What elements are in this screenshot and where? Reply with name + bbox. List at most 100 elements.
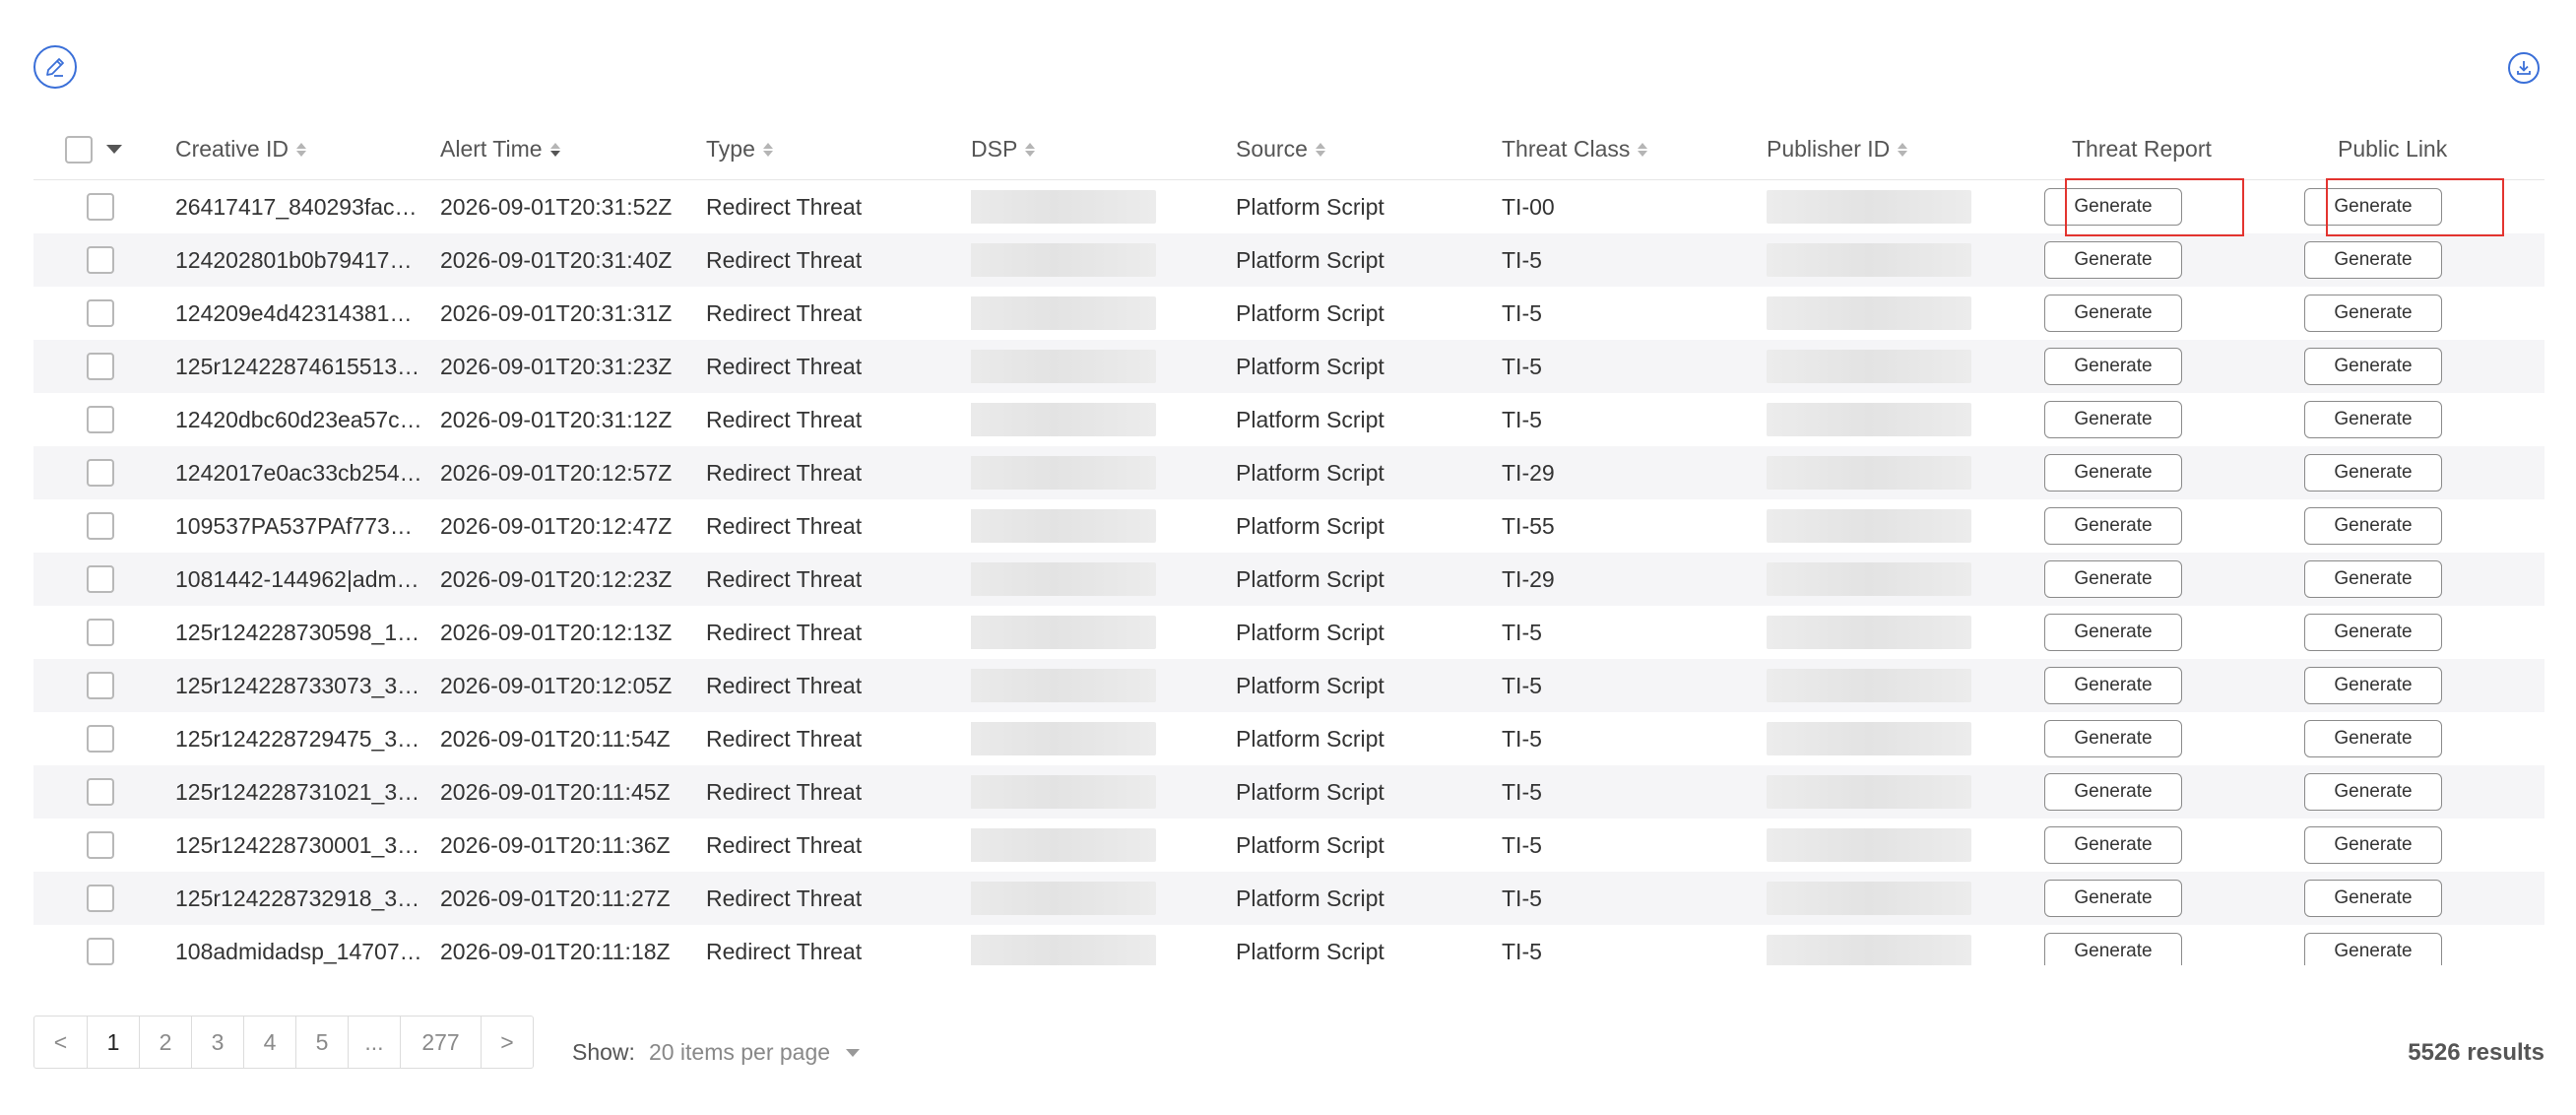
redacted-block — [1767, 882, 1971, 915]
threat-report-cell: Generate — [2032, 614, 2298, 651]
generate-public-link-button[interactable]: Generate — [2304, 614, 2442, 651]
page-button-4[interactable]: 4 — [243, 1017, 295, 1068]
col-header-source[interactable]: Source — [1236, 136, 1502, 163]
dsp-cell-redacted — [971, 296, 1236, 330]
row-checkbox[interactable] — [87, 299, 114, 327]
generate-public-link-button[interactable]: Generate — [2304, 401, 2442, 438]
row-checkbox[interactable] — [87, 619, 114, 646]
page-button-2[interactable]: 2 — [139, 1017, 191, 1068]
col-header-threat-class[interactable]: Threat Class — [1502, 136, 1767, 163]
generate-threat-report-button[interactable]: Generate — [2044, 880, 2182, 917]
row-select — [33, 831, 175, 859]
generate-threat-report-button[interactable]: Generate — [2044, 614, 2182, 651]
dsp-cell-redacted — [971, 775, 1236, 809]
threat-class-cell: TI-5 — [1502, 246, 1542, 273]
row-select — [33, 246, 175, 274]
generate-public-link-button[interactable]: Generate — [2304, 667, 2442, 704]
generate-threat-report-button[interactable]: Generate — [2044, 667, 2182, 704]
generate-public-link-button[interactable]: Generate — [2304, 348, 2442, 385]
creative-id-cell: 125r12422874615513… — [175, 353, 420, 379]
row-select — [33, 459, 175, 487]
type-cell: Redirect Threat — [706, 672, 863, 698]
generate-threat-report-button[interactable]: Generate — [2044, 826, 2182, 864]
col-header-label: DSP — [971, 136, 1018, 162]
publisher-id-cell-redacted — [1767, 190, 2032, 224]
publisher-id-cell-redacted — [1767, 882, 2032, 915]
page-ellipsis[interactable]: ... — [348, 1017, 400, 1068]
row-checkbox[interactable] — [87, 672, 114, 699]
generate-threat-report-button[interactable]: Generate — [2044, 560, 2182, 598]
select-menu-caret-icon[interactable] — [106, 145, 122, 154]
generate-public-link-button[interactable]: Generate — [2304, 773, 2442, 811]
row-checkbox[interactable] — [87, 193, 114, 221]
row-checkbox[interactable] — [87, 565, 114, 593]
row-checkbox[interactable] — [87, 938, 114, 965]
dsp-cell-redacted — [971, 882, 1236, 915]
row-checkbox[interactable] — [87, 778, 114, 806]
generate-threat-report-button[interactable]: Generate — [2044, 295, 2182, 332]
page-size-select[interactable]: 20 items per page — [649, 1039, 861, 1066]
generate-threat-report-button[interactable]: Generate — [2044, 720, 2182, 757]
generate-threat-report-button[interactable]: Generate — [2044, 348, 2182, 385]
generate-threat-report-button[interactable]: Generate — [2044, 507, 2182, 545]
generate-public-link-button[interactable]: Generate — [2304, 933, 2442, 965]
col-header-label: Source — [1236, 136, 1308, 162]
col-header-dsp[interactable]: DSP — [971, 136, 1236, 163]
generate-public-link-button[interactable]: Generate — [2304, 826, 2442, 864]
page-button-1[interactable]: 1 — [87, 1017, 139, 1068]
generate-public-link-button[interactable]: Generate — [2304, 241, 2442, 279]
row-select — [33, 938, 175, 965]
generate-public-link-button[interactable]: Generate — [2304, 720, 2442, 757]
generate-threat-report-button[interactable]: Generate — [2044, 188, 2182, 226]
page-button-3[interactable]: 3 — [191, 1017, 243, 1068]
select-all-checkbox[interactable] — [65, 135, 93, 164]
generate-public-link-button[interactable]: Generate — [2304, 454, 2442, 492]
creative-id-cell: 1242017e0ac33cb254… — [175, 459, 422, 486]
col-header-type[interactable]: Type — [706, 136, 971, 163]
download-button[interactable] — [2508, 52, 2540, 84]
redacted-block — [971, 616, 1156, 649]
public-link-cell: Generate — [2298, 560, 2544, 598]
generate-public-link-button[interactable]: Generate — [2304, 188, 2442, 226]
sort-icon — [762, 142, 773, 157]
table-row: 125r124228733073_3… 2026-09-01T20:12:05Z… — [33, 659, 2544, 712]
row-checkbox[interactable] — [87, 406, 114, 433]
pagination: < 1 2 3 4 5 ... 277 > — [33, 1016, 534, 1069]
edit-button[interactable] — [33, 45, 77, 89]
generate-public-link-button[interactable]: Generate — [2304, 295, 2442, 332]
page-button-5[interactable]: 5 — [295, 1017, 348, 1068]
pagination-next-button[interactable]: > — [481, 1017, 533, 1068]
generate-threat-report-button[interactable]: Generate — [2044, 401, 2182, 438]
row-checkbox[interactable] — [87, 885, 114, 912]
publisher-id-cell-redacted — [1767, 296, 2032, 330]
generate-public-link-button[interactable]: Generate — [2304, 880, 2442, 917]
col-header-publisher-id[interactable]: Publisher ID — [1767, 136, 2032, 163]
col-header-alert-time[interactable]: Alert Time — [440, 136, 706, 163]
row-checkbox[interactable] — [87, 831, 114, 859]
row-checkbox[interactable] — [87, 725, 114, 753]
generate-threat-report-button[interactable]: Generate — [2044, 241, 2182, 279]
row-checkbox[interactable] — [87, 459, 114, 487]
generate-public-link-button[interactable]: Generate — [2304, 507, 2442, 545]
alert-time-cell: 2026-09-01T20:11:36Z — [440, 831, 671, 858]
threat-class-cell: TI-5 — [1502, 353, 1542, 379]
redacted-block — [1767, 828, 1971, 862]
publisher-id-cell-redacted — [1767, 722, 2032, 755]
col-header-creative-id[interactable]: Creative ID — [175, 136, 440, 163]
pagination-prev-button[interactable]: < — [34, 1017, 87, 1068]
row-checkbox[interactable] — [87, 353, 114, 380]
public-link-cell: Generate — [2298, 667, 2544, 704]
redacted-block — [971, 669, 1156, 702]
generate-threat-report-button[interactable]: Generate — [2044, 773, 2182, 811]
threat-report-cell: Generate — [2032, 188, 2298, 226]
generate-public-link-button[interactable]: Generate — [2304, 560, 2442, 598]
publisher-id-cell-redacted — [1767, 935, 2032, 965]
row-select — [33, 512, 175, 540]
generate-threat-report-button[interactable]: Generate — [2044, 454, 2182, 492]
page-button-last[interactable]: 277 — [400, 1017, 481, 1068]
row-checkbox[interactable] — [87, 512, 114, 540]
col-header-label: Publisher ID — [1767, 136, 1891, 162]
type-cell: Redirect Threat — [706, 885, 863, 911]
generate-threat-report-button[interactable]: Generate — [2044, 933, 2182, 965]
row-checkbox[interactable] — [87, 246, 114, 274]
